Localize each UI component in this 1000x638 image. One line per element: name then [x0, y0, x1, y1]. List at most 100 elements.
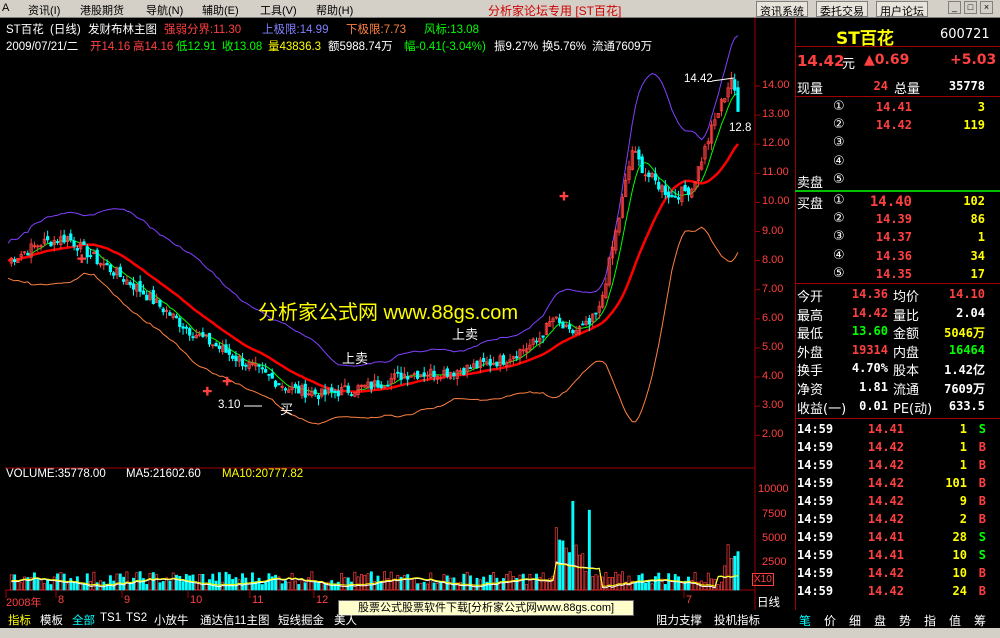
- stat-label: 换手: [797, 364, 824, 380]
- tick-side: B: [978, 458, 986, 472]
- indicator-tab[interactable]: 短线掘金: [278, 612, 324, 628]
- close-icon[interactable]: ×: [980, 1, 993, 14]
- indicator-name[interactable]: 发财布林主图: [88, 21, 157, 37]
- volume-bar: [260, 584, 264, 591]
- candle-body: [297, 385, 301, 394]
- candle-body: [240, 358, 245, 367]
- candle-body: [277, 383, 281, 386]
- tick-time: 14:59: [797, 494, 834, 508]
- tick-side: B: [978, 476, 986, 490]
- candle-body: [141, 290, 146, 295]
- price-tick-label: 13.00: [762, 108, 790, 121]
- candle-body: [118, 266, 122, 278]
- indicator-tab[interactable]: 指标: [8, 612, 31, 628]
- stat-value: 16464: [948, 342, 985, 357]
- volume-bar: [241, 573, 244, 591]
- indicator-tab[interactable]: 小放牛: [154, 612, 189, 628]
- indicator-tab[interactable]: TS1: [100, 612, 121, 624]
- indicator-tab[interactable]: 美人: [334, 612, 357, 628]
- period-selector[interactable]: 日线: [757, 594, 780, 610]
- tick-price: 14.42: [867, 440, 904, 454]
- candle-body: [406, 376, 410, 380]
- signal-marker-icon: ✚: [222, 374, 232, 388]
- buy-signal-label: 买: [280, 402, 294, 417]
- menu-item-info[interactable]: 资讯(I): [28, 2, 60, 18]
- menu-item-assist[interactable]: 辅助(E): [202, 2, 239, 18]
- volume-bar: [158, 582, 162, 591]
- restore-icon[interactable]: □: [964, 1, 977, 14]
- candle-body: [105, 262, 109, 266]
- candle-body: [168, 312, 172, 316]
- volume-bar: [657, 572, 661, 591]
- bid-level: ③: [833, 229, 845, 245]
- volume-bar: [118, 573, 122, 591]
- strength-line: 强弱分界:11.30: [164, 24, 242, 36]
- right-price-label: 12.8: [729, 122, 752, 134]
- menu-item-help[interactable]: 帮助(H): [316, 2, 353, 18]
- stat-value: 14.36: [851, 287, 888, 301]
- quote-tab[interactable]: 盘: [874, 612, 886, 629]
- app-icon[interactable]: A: [2, 2, 9, 14]
- bid-ask-divider: [795, 190, 1000, 192]
- volume-bar: [132, 577, 135, 591]
- bid-price: 14.36: [875, 248, 912, 263]
- quote-tab[interactable]: 笔: [799, 612, 811, 629]
- bar-low: 低12.91: [176, 41, 217, 53]
- volume-bar: [568, 552, 571, 591]
- candle-body: [349, 394, 354, 396]
- candle-body: [346, 385, 350, 393]
- candle-body: [657, 181, 661, 190]
- quote-price-unit: 元: [842, 57, 856, 72]
- tick-volume: 10: [952, 548, 967, 562]
- forum-button[interactable]: 用户论坛: [876, 1, 928, 18]
- quote-stock-code: 600721: [940, 27, 990, 42]
- indicator-tab[interactable]: 模板: [40, 612, 63, 628]
- indicator-tab[interactable]: 阻力支撑: [656, 612, 702, 628]
- candle-body: [75, 247, 79, 251]
- trade-button[interactable]: 委托交易: [816, 1, 868, 18]
- menu-item-hk-futures[interactable]: 港股期货: [80, 2, 124, 18]
- ad-banner[interactable]: 股票公式股票软件下载[分析家公式网www.88gs.com]: [338, 600, 634, 616]
- volume-bar: [13, 574, 17, 591]
- quote-tab[interactable]: 筹: [974, 612, 986, 629]
- candle-body: [273, 380, 278, 387]
- minimize-icon[interactable]: _: [948, 1, 961, 14]
- indicator-tab[interactable]: 全部: [72, 612, 95, 628]
- candle-body: [224, 344, 228, 353]
- info-system-button[interactable]: 资讯系统: [756, 1, 808, 18]
- stat-value: 633.5: [948, 398, 985, 413]
- indicator-tab[interactable]: 投机指标: [714, 612, 760, 628]
- high-price-label: 14.42: [684, 73, 713, 85]
- stat-label: 最高: [797, 308, 824, 324]
- candle-body: [108, 264, 112, 273]
- menu-item-nav[interactable]: 导航(N): [146, 2, 183, 18]
- tick-side: B: [978, 512, 986, 526]
- quote-tab[interactable]: 势: [899, 612, 911, 629]
- candle-body: [184, 326, 188, 329]
- quote-tab[interactable]: 指: [924, 612, 936, 629]
- volume-bar: [667, 573, 671, 591]
- volume-bar: [36, 578, 40, 591]
- indicator-tab[interactable]: TS2: [126, 612, 147, 624]
- candle-body: [587, 318, 591, 325]
- tick-price: 14.41: [867, 548, 904, 562]
- quote-tab[interactable]: 价: [824, 612, 836, 629]
- indicator-tab[interactable]: 通达信11主图: [200, 612, 269, 628]
- candle-body: [452, 372, 456, 377]
- volume-bar: [128, 582, 132, 591]
- candle-body: [637, 149, 641, 160]
- quote-tab[interactable]: 细: [849, 612, 861, 629]
- tick-price: 14.42: [867, 584, 904, 598]
- lower-limit: 下极限:7.73: [346, 24, 407, 36]
- volume-bar: [211, 573, 215, 591]
- volume-bar: [257, 577, 261, 591]
- stat-value: 1.81: [859, 380, 888, 394]
- volume-ma10: MA10:20777.82: [222, 468, 304, 480]
- candle-body: [316, 395, 321, 400]
- quote-tab[interactable]: 值: [949, 612, 961, 629]
- ask-level: ③: [833, 135, 845, 151]
- stat-value: 14.10: [948, 287, 985, 301]
- menu-item-tools[interactable]: 工具(V): [260, 2, 297, 18]
- vol-multiplier: X10: [752, 573, 774, 586]
- candle-body: [122, 279, 126, 282]
